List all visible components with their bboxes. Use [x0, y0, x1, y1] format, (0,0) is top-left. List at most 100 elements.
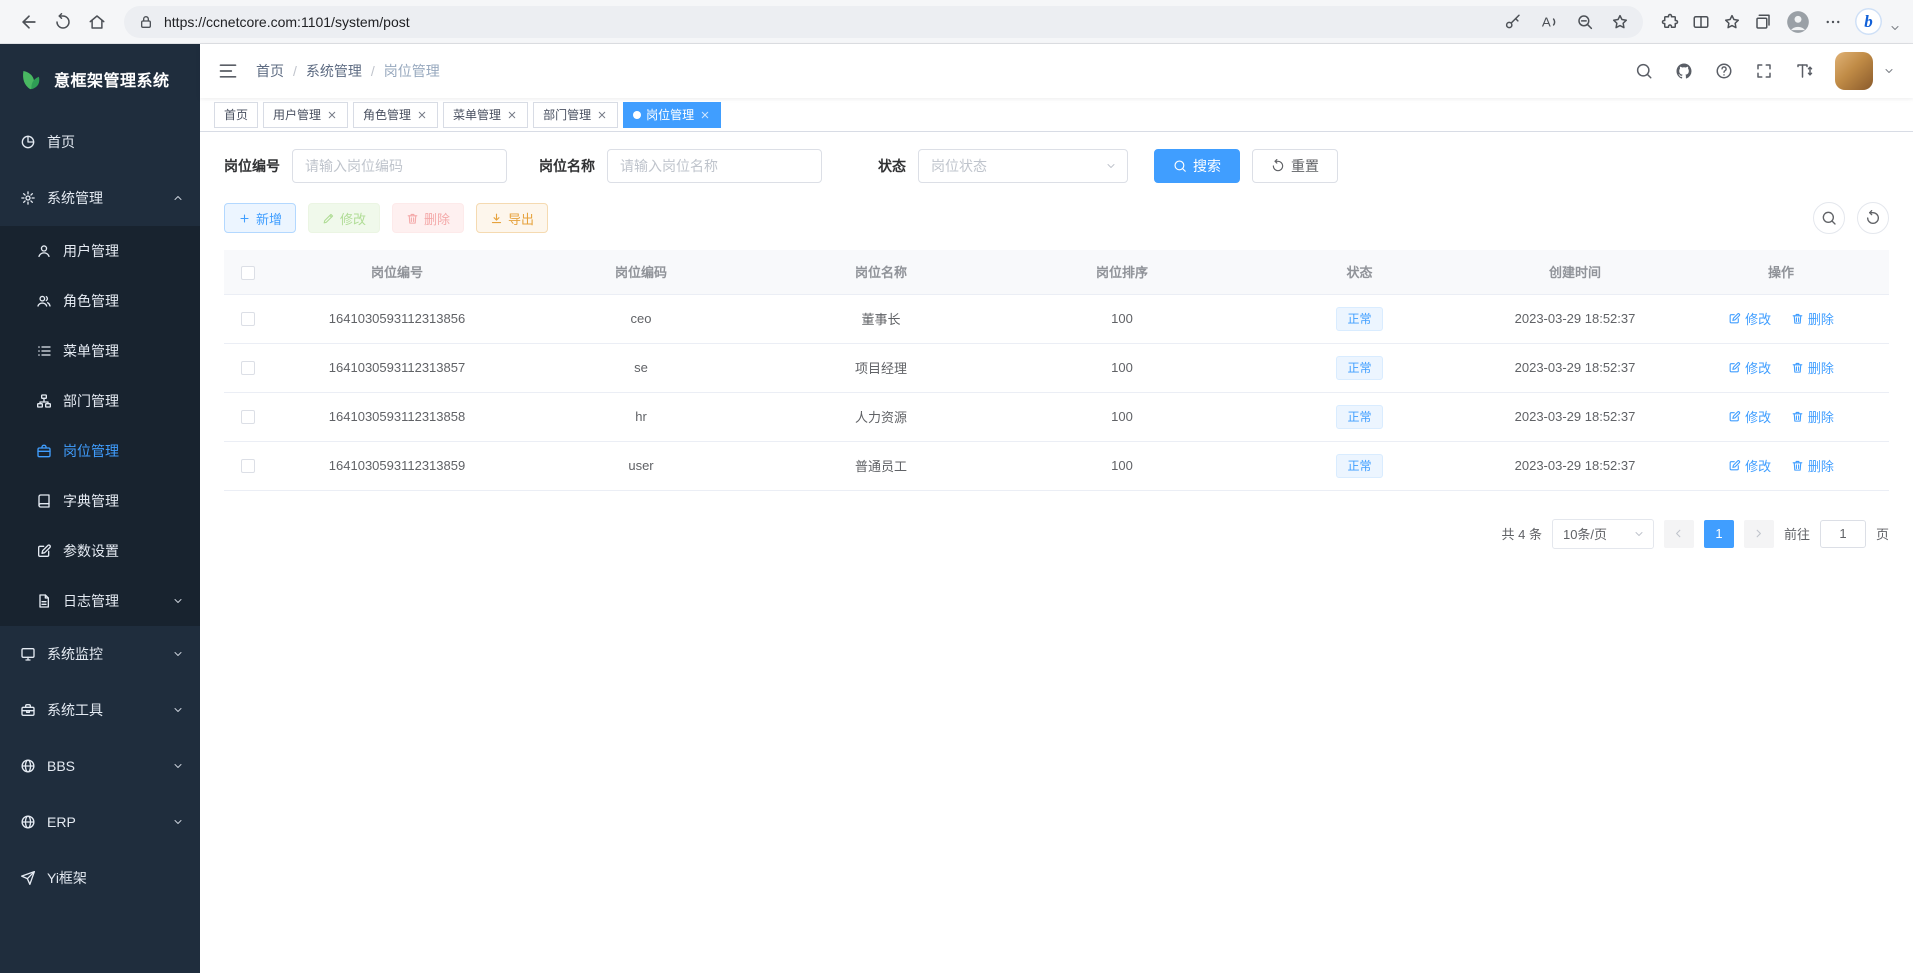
browser-profile-avatar[interactable]	[1785, 9, 1811, 35]
sidebar-item-system-management[interactable]: 系统管理	[0, 170, 200, 226]
sidebar-item-bbs[interactable]: BBS	[0, 738, 200, 794]
help-question-icon[interactable]	[1715, 62, 1733, 80]
row-edit-button[interactable]: 修改	[1728, 358, 1771, 377]
tab-close-icon[interactable]	[416, 109, 428, 121]
tab-label: 岗位管理	[646, 106, 694, 123]
arrow-left-icon	[19, 12, 39, 32]
status-select[interactable]: 岗位状态	[918, 149, 1128, 183]
tab-label: 角色管理	[363, 106, 411, 123]
tab-close-icon[interactable]	[699, 109, 711, 121]
table-row[interactable]: 1641030593112313857 se 项目经理 100 正常 2023-…	[224, 343, 1889, 392]
table-row[interactable]: 1641030593112313859 user 普通员工 100 正常 202…	[224, 441, 1889, 490]
password-key-icon[interactable]	[1504, 13, 1522, 31]
url-text[interactable]: https://ccnetcore.com:1101/system/post	[164, 14, 1504, 30]
delete-button[interactable]: 删除	[392, 203, 464, 233]
goto-page-input[interactable]	[1820, 520, 1866, 548]
next-page-button[interactable]	[1744, 520, 1774, 548]
cell-post-id: 1641030593112313857	[272, 343, 522, 392]
breadcrumb-home[interactable]: 首页	[256, 61, 284, 81]
prev-page-button[interactable]	[1664, 520, 1694, 548]
github-icon[interactable]	[1675, 62, 1693, 80]
tab-close-icon[interactable]	[506, 109, 518, 121]
browser-refresh-button[interactable]	[46, 5, 80, 39]
page-size-select[interactable]: 10条/页	[1552, 519, 1654, 549]
export-button[interactable]: 导出	[476, 203, 548, 233]
row-checkbox[interactable]	[241, 361, 255, 375]
page-number-button[interactable]: 1	[1704, 520, 1734, 548]
font-size-icon[interactable]	[1795, 62, 1813, 80]
home-icon	[88, 13, 106, 31]
tab-label: 首页	[224, 106, 248, 123]
browser-menu-dots-icon[interactable]	[1824, 13, 1842, 31]
app-navbar: 首页 / 系统管理 / 岗位管理	[200, 44, 1913, 98]
sidebar-item-department-management[interactable]: 部门管理	[0, 376, 200, 426]
tab-home[interactable]: 首页	[214, 102, 258, 128]
edit-square-icon	[1728, 410, 1741, 423]
cell-post-id: 1641030593112313856	[272, 294, 522, 343]
search-button-label: 搜索	[1193, 156, 1221, 176]
sidebar-item-log-management[interactable]: 日志管理	[0, 576, 200, 626]
avatar-caret-down-icon[interactable]	[1883, 65, 1895, 77]
browser-back-button[interactable]	[12, 5, 46, 39]
tab-menu-management[interactable]: 菜单管理	[443, 102, 528, 128]
tab-post-management[interactable]: 岗位管理	[623, 102, 721, 128]
table-row[interactable]: 1641030593112313856 ceo 董事长 100 正常 2023-…	[224, 294, 1889, 343]
sidebar-item-label: 字典管理	[63, 491, 119, 511]
row-edit-button[interactable]: 修改	[1728, 456, 1771, 475]
post-id-input[interactable]	[292, 149, 507, 183]
row-checkbox[interactable]	[241, 410, 255, 424]
sidebar-item-post-management[interactable]: 岗位管理	[0, 426, 200, 476]
edit-button[interactable]: 修改	[308, 203, 380, 233]
row-edit-button[interactable]: 修改	[1728, 407, 1771, 426]
sidebar-item-home[interactable]: 首页	[0, 114, 200, 170]
row-delete-button[interactable]: 删除	[1791, 309, 1834, 328]
tab-role-management[interactable]: 角色管理	[353, 102, 438, 128]
favorites-bar-star-icon[interactable]	[1723, 13, 1741, 31]
sidebar-item-dictionary-management[interactable]: 字典管理	[0, 476, 200, 526]
edit-square-icon	[1728, 361, 1741, 374]
sidebar-toggle-button[interactable]	[218, 61, 238, 81]
row-delete-button[interactable]: 删除	[1791, 456, 1834, 475]
reset-refresh-icon	[1271, 159, 1285, 173]
read-aloud-icon[interactable]: A	[1539, 12, 1559, 32]
sidebar-item-role-management[interactable]: 角色管理	[0, 276, 200, 326]
add-favorite-star-icon[interactable]	[1611, 13, 1629, 31]
show-search-toggle-button[interactable]	[1813, 202, 1845, 234]
tab-user-management[interactable]: 用户管理	[263, 102, 348, 128]
sidebar-item-parameter-settings[interactable]: 参数设置	[0, 526, 200, 576]
user-avatar[interactable]	[1835, 52, 1873, 90]
refresh-table-button[interactable]	[1857, 202, 1889, 234]
extensions-puzzle-icon[interactable]	[1661, 13, 1679, 31]
collections-icon[interactable]	[1754, 13, 1772, 31]
sidebar-item-erp[interactable]: ERP	[0, 794, 200, 850]
breadcrumb-system[interactable]: 系统管理	[306, 61, 362, 81]
post-name-input[interactable]	[607, 149, 822, 183]
sidebar-item-yi-framework[interactable]: Yi框架	[0, 850, 200, 906]
reset-button[interactable]: 重置	[1252, 149, 1338, 183]
row-checkbox[interactable]	[241, 312, 255, 326]
browser-home-button[interactable]	[80, 5, 114, 39]
tab-close-icon[interactable]	[326, 109, 338, 121]
reset-button-label: 重置	[1291, 156, 1319, 176]
table-row[interactable]: 1641030593112313858 hr 人力资源 100 正常 2023-…	[224, 392, 1889, 441]
tab-close-icon[interactable]	[596, 109, 608, 121]
zoom-out-icon[interactable]	[1576, 13, 1594, 31]
split-screen-icon[interactable]	[1692, 13, 1710, 31]
bing-copilot-icon[interactable]: b	[1855, 8, 1882, 35]
select-all-checkbox[interactable]	[241, 266, 255, 280]
row-delete-button[interactable]: 删除	[1791, 407, 1834, 426]
sidebar-item-system-monitoring[interactable]: 系统监控	[0, 626, 200, 682]
row-edit-button[interactable]: 修改	[1728, 309, 1771, 328]
sidebar-item-system-tools[interactable]: 系统工具	[0, 682, 200, 738]
sidebar-item-menu-management[interactable]: 菜单管理	[0, 326, 200, 376]
tab-department-management[interactable]: 部门管理	[533, 102, 618, 128]
copilot-caret-down-icon[interactable]	[1889, 22, 1901, 34]
sidebar-item-user-management[interactable]: 用户管理	[0, 226, 200, 276]
search-icon[interactable]	[1635, 62, 1653, 80]
row-checkbox[interactable]	[241, 459, 255, 473]
add-button[interactable]: 新增	[224, 203, 296, 233]
row-delete-button[interactable]: 删除	[1791, 358, 1834, 377]
fullscreen-icon[interactable]	[1755, 62, 1773, 80]
search-button[interactable]: 搜索	[1154, 149, 1240, 183]
browser-address-bar[interactable]: https://ccnetcore.com:1101/system/post A	[124, 6, 1643, 38]
